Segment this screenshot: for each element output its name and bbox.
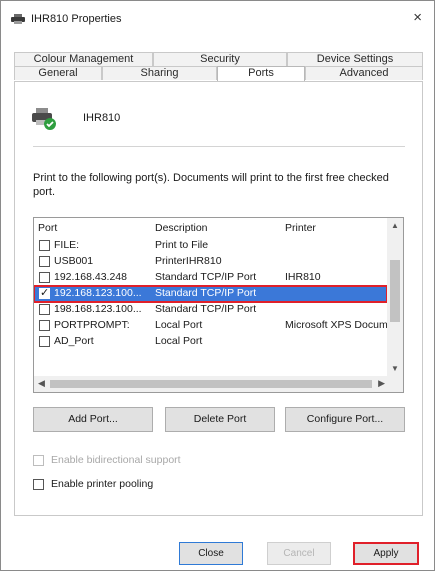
port-row[interactable]: PORTPROMPT: Local Port Microsoft XPS Doc… [34,318,389,334]
port-checkbox[interactable] [39,272,50,283]
column-header-printer[interactable]: Printer [285,222,316,234]
cancel-button: Cancel [267,542,331,565]
tab-advanced[interactable]: Advanced [305,66,423,80]
close-icon[interactable]: × [413,9,422,27]
scroll-up-icon[interactable]: ▲ [391,221,399,230]
checkmark-icon: ✓ [40,287,50,299]
port-row-selected[interactable]: ✓ 192.168.123.100... Standard TCP/IP Por… [34,285,389,303]
port-row[interactable]: 192.168.43.248 Standard TCP/IP Port IHR8… [34,270,389,286]
add-port-button[interactable]: Add Port... [33,407,153,432]
scrollbar-corner [387,376,403,392]
tab-colour-management[interactable]: Colour Management [14,52,153,66]
port-description: Local Port [155,335,203,347]
scroll-thumb[interactable] [390,260,400,322]
title-bar: IHR810 Properties × [1,1,434,37]
port-description: Standard TCP/IP Port [155,287,257,299]
port-list-header: Port Description Printer [34,218,389,238]
apply-button[interactable]: Apply [353,542,419,565]
port-checkbox[interactable] [39,256,50,267]
port-printer: IHR810 [285,271,321,283]
close-button[interactable]: Close [179,542,243,565]
port-checkbox[interactable] [39,240,50,251]
tab-ports[interactable]: Ports [217,66,305,81]
column-header-port[interactable]: Port [38,222,57,234]
port-name: FILE: [54,239,80,251]
port-description: Print to File [155,239,209,251]
scroll-down-icon[interactable]: ▼ [391,364,399,373]
port-row[interactable]: AD_Port Local Port [34,334,389,350]
port-checkbox[interactable] [39,336,50,347]
tab-general[interactable]: General [14,66,102,80]
horizontal-scrollbar[interactable]: ◀ ▶ [34,376,389,392]
port-description: Local Port [155,319,203,331]
port-printer: Microsoft XPS Docum [285,319,388,331]
port-row[interactable]: FILE: Print to File [34,238,389,254]
delete-port-button[interactable]: Delete Port [165,407,275,432]
port-checkbox[interactable] [39,304,50,315]
properties-dialog: IHR810 Properties × Colour Management Se… [0,0,435,571]
port-row[interactable]: 198.168.123.100... Standard TCP/IP Port [34,302,389,318]
configure-port-button[interactable]: Configure Port... [285,407,405,432]
port-name: 192.168.123.100... [54,287,142,299]
ports-panel: IHR810 Print to the following port(s). D… [14,81,423,516]
port-name: USB001 [54,255,94,267]
port-description: Standard TCP/IP Port [155,303,257,315]
instruction-text: Print to the following port(s). Document… [33,172,389,198]
tab-security[interactable]: Security [153,52,287,66]
port-description: PrinterIHR810 [155,255,222,267]
window-title: IHR810 Properties [31,13,122,25]
port-name: 192.168.43.248 [54,271,127,283]
scroll-right-icon[interactable]: ▶ [378,378,385,389]
port-name: 198.168.123.100... [54,303,142,315]
column-header-description[interactable]: Description [155,222,208,234]
separator [33,146,405,147]
port-name: AD_Port [54,335,94,347]
printer-pooling-checkbox[interactable] [33,479,44,490]
port-description: Standard TCP/IP Port [155,271,257,283]
port-checkbox[interactable] [39,320,50,331]
printer-pooling-label[interactable]: Enable printer pooling [51,478,153,490]
port-list[interactable]: Port Description Printer FILE: Print to … [33,217,404,393]
port-row[interactable]: USB001 PrinterIHR810 [34,254,389,270]
vertical-scrollbar[interactable]: ▲ ▼ [387,218,403,376]
port-name: PORTPROMPT: [54,319,130,331]
printer-icon [11,14,25,24]
printer-name: IHR810 [83,112,121,124]
bidirectional-label: Enable bidirectional support [51,454,181,466]
printer-shared-icon [31,107,57,131]
scroll-left-icon[interactable]: ◀ [38,378,45,389]
bidirectional-checkbox [33,455,44,466]
scroll-thumb[interactable] [50,380,372,388]
tab-sharing[interactable]: Sharing [102,66,217,80]
tab-device-settings[interactable]: Device Settings [287,52,423,66]
port-checkbox-checked[interactable]: ✓ [39,287,50,299]
